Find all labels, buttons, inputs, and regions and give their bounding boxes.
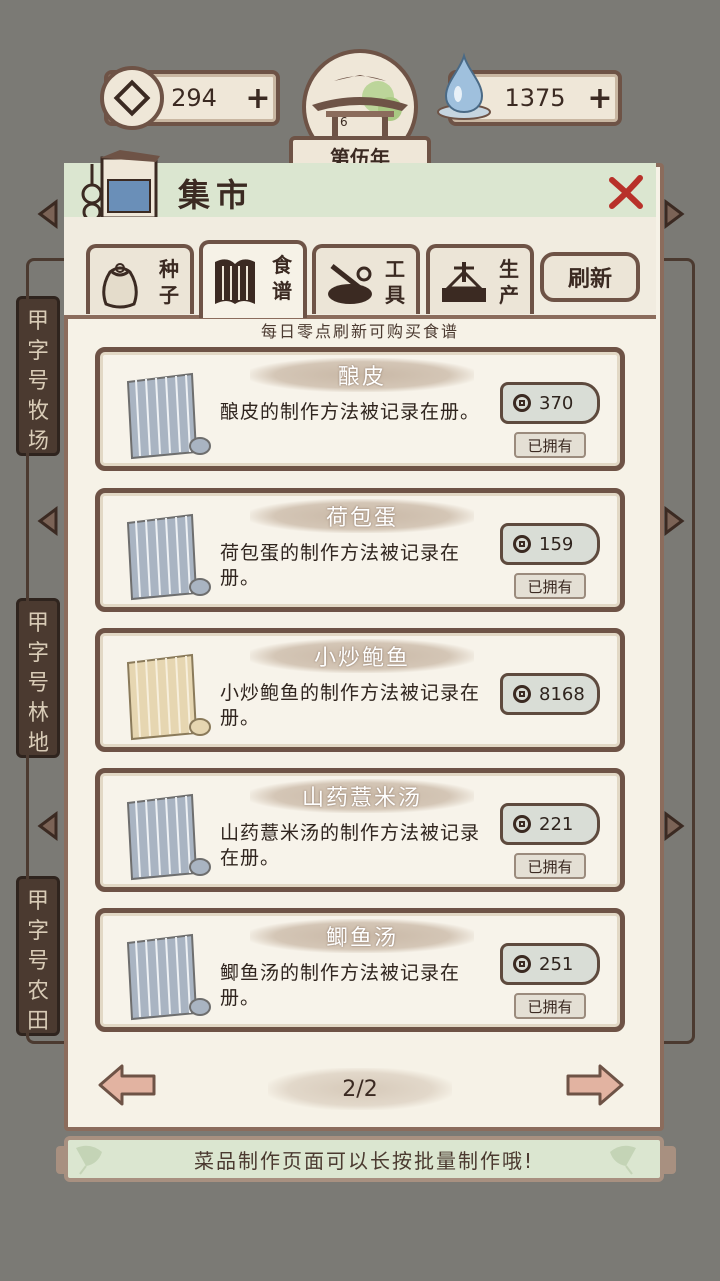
recipe-scroll-icon [126,513,211,601]
recipe-scroll-icon [126,933,211,1021]
price-button[interactable]: 221 [500,803,600,845]
side-left-arrow-icon[interactable] [30,808,66,844]
recipe-price: 159 [539,533,574,555]
side-frame-left [26,258,69,1044]
recipe-name: 鲫鱼汤 [250,919,474,953]
recipe-price: 8168 [539,683,585,705]
add-coins-button[interactable]: + [240,81,276,116]
coin-icon [100,66,164,130]
tab-production[interactable]: 生产 [426,244,534,314]
owned-badge: 已拥有 [514,993,586,1019]
tab-seeds-label: 种子 [159,257,179,307]
production-icon [442,262,486,302]
coin-icon [513,955,531,973]
recipe-card[interactable]: 小炒鲍鱼 小炒鲍鱼的制作方法被记录在册。 8168 [95,628,625,752]
close-icon[interactable] [606,172,646,212]
recipe-desc: 山药薏米汤的制作方法被记录在册。 [220,822,481,869]
page-indicator: 2/2 [268,1068,452,1110]
recipe-name: 小炒鲍鱼 [250,639,474,673]
recipe-scroll-icon [126,793,211,881]
coin-icon [513,685,531,703]
recipe-card[interactable]: 山药薏米汤 山药薏米汤的制作方法被记录在册。 221 已拥有 [95,768,625,892]
recipe-desc: 荷包蛋的制作方法被记录在册。 [220,542,461,589]
coin-icon [513,394,531,412]
recipe-desc: 小炒鲍鱼的制作方法被记录在册。 [220,682,481,729]
ginkgo-leaf-icon [610,1145,636,1175]
water-drop-icon [437,52,491,120]
recipe-name: 山药薏米汤 [250,779,474,813]
prev-page-arrow-icon[interactable] [96,1062,160,1108]
owned-badge: 已拥有 [514,432,586,458]
market-title: 集市 [178,176,255,214]
coin-icon [513,535,531,553]
recipe-name: 酿皮 [250,358,474,392]
recipe-price: 221 [539,813,574,835]
tab-recipes-label: 食谱 [272,253,292,303]
next-page-arrow-icon[interactable] [562,1062,626,1108]
ginkgo-leaf-icon [76,1145,102,1175]
side-left-arrow-icon[interactable] [30,503,66,539]
tab-recipes[interactable]: 食谱 [199,240,307,318]
tab-tools[interactable]: 工具 [312,244,420,314]
tab-tools-label: 工具 [385,257,405,307]
recipe-name: 荷包蛋 [250,499,474,533]
recipe-scroll-icon [126,372,211,460]
price-button[interactable]: 370 [500,382,600,424]
tools-icon [328,264,372,304]
recipe-price: 370 [539,392,574,414]
recipe-card[interactable]: 荷包蛋 荷包蛋的制作方法被记录在册。 159 已拥有 [95,488,625,612]
recipe-book-icon [215,259,255,304]
recipe-desc: 鲫鱼汤的制作方法被记录在册。 [220,962,461,1009]
recipe-card[interactable]: 酿皮 酿皮的制作方法被记录在册。 370 已拥有 [95,347,625,471]
refresh-button[interactable]: 刷新 [540,252,640,302]
market-stall-icon [81,150,160,222]
side-left-arrow-icon[interactable] [30,196,66,232]
tab-production-label: 生产 [499,257,519,307]
water-balance-bar: 1375 + [437,52,622,126]
add-water-button[interactable]: + [582,81,618,116]
refresh-notice: 每日零点刷新可购买食谱 [260,322,459,341]
recipe-card[interactable]: 鲫鱼汤 鲫鱼汤的制作方法被记录在册。 251 已拥有 [95,908,625,1032]
tab-seeds[interactable]: 种子 [86,244,194,314]
coin-balance-bar: 294 + [100,66,280,130]
recipe-desc: 酿皮的制作方法被记录在册。 [220,401,481,423]
recipe-scroll-icon [126,653,211,741]
coin-icon [513,815,531,833]
tip-banner: 菜品制作页面可以长按批量制作哦! [64,1136,664,1182]
seed-bag-icon [102,263,138,309]
price-button[interactable]: 8168 [500,673,600,715]
price-button[interactable]: 159 [500,523,600,565]
recipe-price: 251 [539,953,574,975]
owned-badge: 已拥有 [514,853,586,879]
emblem-number: 6 [340,115,348,129]
price-button[interactable]: 251 [500,943,600,985]
owned-badge: 已拥有 [514,573,586,599]
